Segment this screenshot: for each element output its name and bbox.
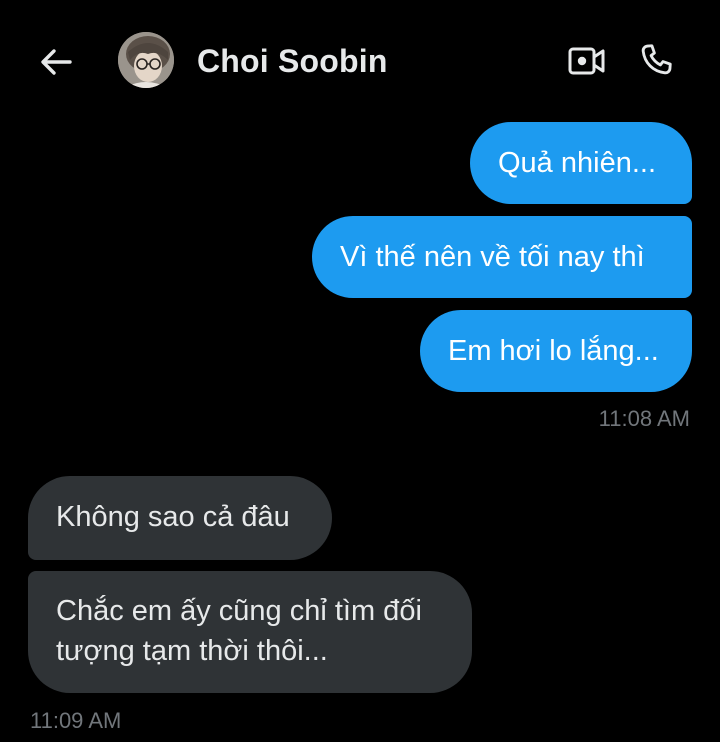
message-text: Không sao cả đâu bbox=[56, 501, 290, 533]
message-text: Em hơi lo lắng... bbox=[448, 335, 659, 367]
avatar-image bbox=[118, 32, 174, 88]
message-text-line: Chắc em ấy cũng chỉ tìm đối bbox=[56, 595, 422, 627]
conversation-header: Choi Soobin bbox=[0, 0, 720, 120]
incoming-message[interactable]: Không sao cả đâu bbox=[28, 476, 332, 560]
phone-icon bbox=[641, 44, 672, 75]
back-button[interactable] bbox=[36, 42, 76, 82]
avatar[interactable] bbox=[118, 32, 174, 88]
message-timestamp: 11:09 AM bbox=[30, 708, 122, 733]
message-text-line: tượng tạm thời thôi... bbox=[56, 635, 328, 667]
contact-name[interactable]: Choi Soobin bbox=[197, 43, 388, 80]
voice-call-button[interactable] bbox=[634, 38, 678, 82]
video-call-icon bbox=[568, 47, 605, 75]
message-timestamp: 11:08 AM bbox=[598, 406, 690, 431]
message-text: Vì thế nên về tối nay thì bbox=[340, 241, 645, 273]
incoming-message[interactable]: Chắc em ấy cũng chỉ tìm đối tượng tạm th… bbox=[28, 571, 472, 693]
outgoing-message[interactable]: Em hơi lo lắng... bbox=[420, 310, 692, 392]
video-call-button[interactable] bbox=[566, 42, 608, 80]
message-text: Quả nhiên... bbox=[498, 147, 656, 179]
outgoing-message[interactable]: Vì thế nên về tối nay thì bbox=[312, 216, 692, 298]
arrow-left-icon bbox=[41, 49, 72, 75]
outgoing-message[interactable]: Quả nhiên... bbox=[470, 122, 692, 204]
